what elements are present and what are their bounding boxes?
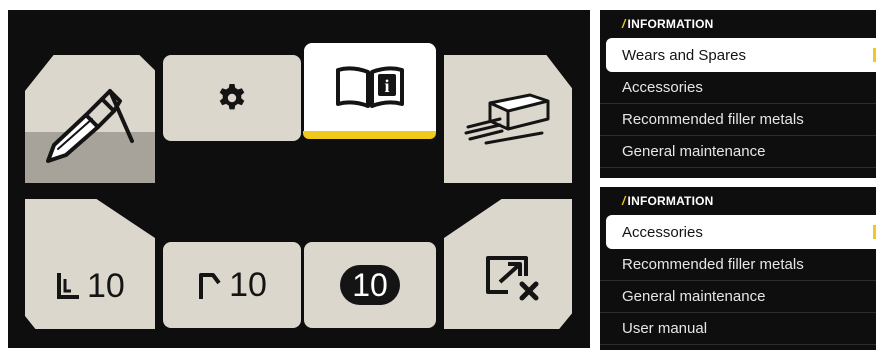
svg-text:i: i [384,76,389,96]
information-menu-bottom: / INFORMATION Accessories Recommended fi… [600,187,876,350]
menu-item-label: Accessories [622,223,703,241]
electrodes-tile[interactable] [444,55,572,183]
control-panel: i 10 10 10 [8,10,590,348]
exit-tile[interactable] [444,199,572,329]
information-header: / INFORMATION [600,187,876,215]
exit-screen-icon [486,256,539,301]
menu-item-recommended-filler-metals[interactable]: Recommended filler metals [600,104,876,136]
information-tile[interactable]: i [304,43,436,131]
pulse-low-icon [57,273,79,299]
menu-item-general-maintenance[interactable]: General maintenance [600,136,876,168]
electrodes-icon [464,93,550,145]
book-info-icon: i [336,66,404,108]
information-header-label: INFORMATION [627,194,714,208]
menu-item-label: Recommended filler metals [622,256,804,273]
slash-icon: / [622,17,626,31]
memory-1-tile[interactable]: 10 [25,199,155,329]
menu-item-accessories[interactable]: Accessories [606,215,876,249]
memory-badge-icon: 10 [340,265,400,305]
information-menu-top: / INFORMATION Wears and Spares Accessori… [600,10,876,178]
information-header: / INFORMATION [600,10,876,38]
memory-2-value: 10 [229,266,267,304]
menu-item-general-maintenance[interactable]: General maintenance [600,281,876,313]
menu-item-label: User manual [622,320,708,337]
menu-item-label: Accessories [622,79,703,96]
menu-item-recommended-filler-metals[interactable]: Recommended filler metals [600,249,876,281]
slash-icon: / [622,194,626,208]
menu-item-user-manual[interactable]: User manual [600,313,876,345]
menu-item-label: Wears and Spares [622,46,746,64]
settings-tile[interactable] [163,55,301,141]
information-header-label: INFORMATION [627,17,714,31]
menu-item-accessories[interactable]: Accessories [600,72,876,104]
memory-3-tile[interactable]: 10 [304,242,436,328]
menu-item-label: General maintenance [622,143,766,160]
torch-icon [46,89,134,163]
gear-icon [219,84,245,110]
selection-indicator [303,131,436,139]
memory-2-tile[interactable]: 10 [163,242,301,328]
menu-item-label: Recommended filler metals [622,111,804,128]
memory-3-value: 10 [352,267,388,303]
menu-item-wears-and-spares[interactable]: Wears and Spares [606,38,876,72]
pulse-high-icon [199,273,221,299]
torch-tile[interactable] [25,55,155,183]
memory-1-value: 10 [87,267,125,305]
menu-item-label: General maintenance [622,288,766,305]
